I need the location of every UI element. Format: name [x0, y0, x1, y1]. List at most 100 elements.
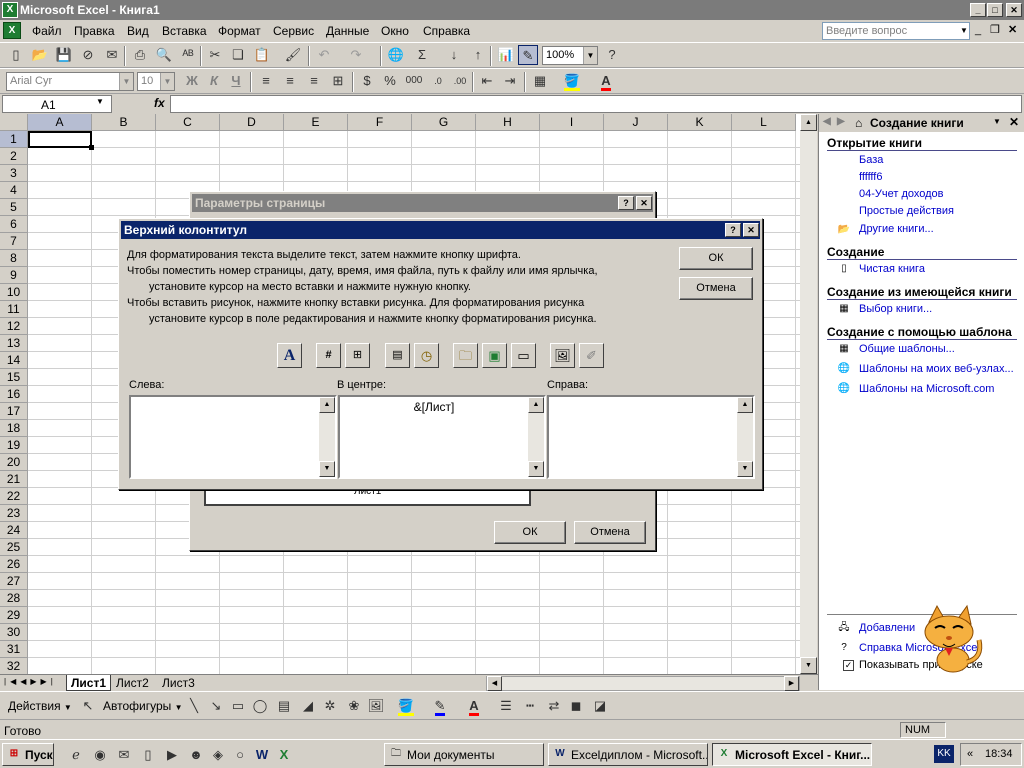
doc-minimize-icon[interactable]: _: [975, 24, 981, 36]
sheet-tab-2[interactable]: Лист2: [112, 675, 153, 691]
insert-function-icon[interactable]: fx: [154, 96, 165, 110]
add-network-place-link[interactable]: Добавлени: [859, 622, 915, 634]
tab-nav-icons[interactable]: |◀◀▶▶|: [4, 677, 57, 686]
taskbar-item-excel[interactable]: X Microsoft Excel - Книг...: [712, 743, 872, 766]
insert-picture-icon[interactable]: 🖼: [550, 343, 575, 368]
menu-help[interactable]: Справка: [423, 24, 470, 38]
right-section-input[interactable]: ▲ ▼: [547, 395, 755, 479]
scroll-up-icon[interactable]: ▲: [528, 397, 544, 413]
help-icon[interactable]: ?: [602, 45, 622, 65]
chevron-down-icon[interactable]: ▼: [993, 117, 1001, 126]
header-ok-button[interactable]: ОК: [679, 247, 753, 270]
column-header-l[interactable]: L: [732, 114, 796, 131]
active-cell-a1[interactable]: [28, 131, 92, 148]
more-workbooks-link[interactable]: Другие книги...: [859, 223, 934, 235]
messenger-icon[interactable]: ☻: [186, 745, 206, 765]
horizontal-scrollbar[interactable]: ◀ ▶: [486, 676, 800, 691]
column-header-j[interactable]: J: [604, 114, 668, 131]
row-header-23[interactable]: 23: [0, 505, 28, 522]
chart-wizard-icon[interactable]: 📊: [496, 45, 516, 65]
diagram-icon[interactable]: ✲: [320, 696, 340, 716]
menu-edit[interactable]: Правка: [74, 24, 115, 38]
row-header-19[interactable]: 19: [0, 437, 28, 454]
align-right-icon[interactable]: ≡: [304, 71, 324, 91]
page-setup-cancel-button[interactable]: Отмена: [574, 521, 646, 544]
start-button[interactable]: ⊞ Пуск: [2, 743, 54, 766]
spelling-icon[interactable]: ᴬᴮ: [178, 45, 198, 65]
media-player-icon[interactable]: ◉: [90, 745, 110, 765]
row-header-28[interactable]: 28: [0, 590, 28, 607]
align-center-icon[interactable]: ≡: [280, 71, 300, 91]
fill-color-icon[interactable]: 🪣: [396, 696, 416, 716]
sort-desc-icon[interactable]: ↑: [468, 45, 488, 65]
row-header-29[interactable]: 29: [0, 607, 28, 624]
select-all-corner[interactable]: [0, 114, 28, 131]
row-header-7[interactable]: 7: [0, 233, 28, 250]
forward-arrow-icon[interactable]: ▶: [837, 116, 845, 127]
column-header-e[interactable]: E: [284, 114, 348, 131]
percent-button[interactable]: %: [380, 71, 400, 91]
sheet-tab-1[interactable]: Лист1: [66, 675, 112, 691]
close-icon[interactable]: ✕: [636, 196, 652, 210]
scroll-up-icon[interactable]: ▲: [737, 397, 753, 413]
row-header-21[interactable]: 21: [0, 471, 28, 488]
column-header-b[interactable]: B: [92, 114, 156, 131]
row-header-8[interactable]: 8: [0, 250, 28, 267]
thousands-button[interactable]: 000: [402, 71, 426, 91]
shadow-icon[interactable]: ◼: [566, 696, 586, 716]
column-header-d[interactable]: D: [220, 114, 284, 131]
copy-icon[interactable]: ❏: [228, 45, 248, 65]
hyperlink-icon[interactable]: 🌐: [386, 45, 406, 65]
format-painter-icon[interactable]: 🖌: [283, 45, 303, 65]
row-header-9[interactable]: 9: [0, 267, 28, 284]
font-size-select[interactable]: 10 ▼: [137, 72, 175, 91]
row-header-11[interactable]: 11: [0, 301, 28, 318]
row-header-16[interactable]: 16: [0, 386, 28, 403]
3d-icon[interactable]: ◪: [590, 696, 610, 716]
picture-icon[interactable]: 🖼: [366, 696, 386, 716]
italic-button[interactable]: К: [204, 71, 224, 91]
ask-question-input[interactable]: Введите вопрос: [822, 22, 970, 40]
row-header-3[interactable]: 3: [0, 165, 28, 182]
font-color-icon[interactable]: A: [464, 696, 484, 716]
merge-center-icon[interactable]: ⊞: [328, 71, 348, 91]
row-header-15[interactable]: 15: [0, 369, 28, 386]
print-icon[interactable]: ⎙: [130, 45, 150, 65]
scrollbar[interactable]: ▲ ▼: [528, 397, 544, 477]
row-header-25[interactable]: 25: [0, 539, 28, 556]
scrollbar[interactable]: ▲ ▼: [737, 397, 753, 477]
line-style-icon[interactable]: ☰: [496, 696, 516, 716]
doc-restore-icon[interactable]: ❐: [990, 23, 1000, 36]
web-templates-link[interactable]: Шаблоны на моих веб-узлах...: [859, 363, 1014, 375]
wordart-icon[interactable]: ◢: [298, 696, 318, 716]
chevron-down-icon[interactable]: ▼: [96, 97, 104, 106]
close-icon[interactable]: ✕: [743, 223, 759, 237]
paste-icon[interactable]: 📋: [252, 45, 272, 65]
row-header-27[interactable]: 27: [0, 573, 28, 590]
decrease-decimal-icon[interactable]: .00: [450, 71, 470, 91]
row-header-32[interactable]: 32: [0, 658, 28, 675]
column-header-f[interactable]: F: [348, 114, 412, 131]
tray-expand-icon[interactable]: «: [967, 748, 973, 760]
font-select[interactable]: Arial Cyr ▼: [6, 72, 134, 91]
font-color-icon[interactable]: A: [596, 71, 616, 91]
notepad-icon[interactable]: ▯: [138, 745, 158, 765]
date-icon[interactable]: ▤: [385, 343, 410, 368]
row-header-22[interactable]: 22: [0, 488, 28, 505]
align-left-icon[interactable]: ≡: [256, 71, 276, 91]
opera-icon[interactable]: ○: [230, 745, 250, 765]
print-preview-icon[interactable]: 🔍: [154, 45, 174, 65]
sort-asc-icon[interactable]: ↓: [444, 45, 464, 65]
scroll-down-icon[interactable]: ▼: [800, 657, 817, 674]
taskbar-item-my-documents[interactable]: 🗀 Мои документы: [384, 743, 544, 766]
word-icon[interactable]: W: [252, 745, 272, 765]
dash-style-icon[interactable]: ┅: [520, 696, 540, 716]
file-name-icon[interactable]: ▣: [482, 343, 507, 368]
row-header-31[interactable]: 31: [0, 641, 28, 658]
scroll-up-icon[interactable]: ▲: [800, 114, 817, 131]
menu-tools[interactable]: Сервис: [273, 24, 314, 38]
ie-icon[interactable]: ℯ: [66, 745, 86, 765]
autoshapes-menu[interactable]: Автофигуры ▼: [103, 699, 183, 713]
row-header-13[interactable]: 13: [0, 335, 28, 352]
column-header-i[interactable]: I: [540, 114, 604, 131]
